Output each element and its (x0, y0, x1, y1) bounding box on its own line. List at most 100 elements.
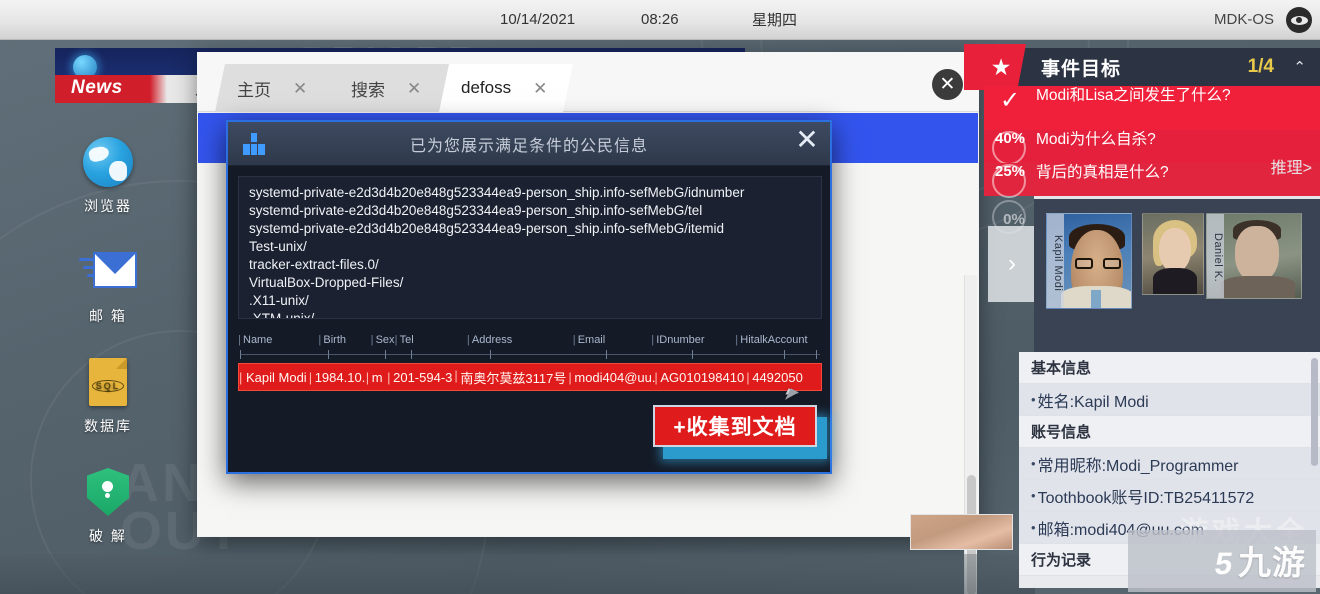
goal-text: 背后的真相是什么? (1036, 164, 1169, 181)
col-hitalk: HitalkAccount (735, 334, 822, 346)
desktop-icon-label: 数据库 (84, 418, 132, 434)
bullet-icon: • (1031, 488, 1036, 503)
sql-file-icon: SQL (53, 354, 163, 410)
info-item: • 邮箱:modi404@uu.com (1019, 512, 1320, 544)
portrait-lisa[interactable] (1142, 213, 1204, 295)
tab-close-icon[interactable]: ✕ (293, 80, 307, 97)
table-header-rule (238, 349, 822, 359)
portrait-name: Daniel K. (1207, 214, 1224, 298)
news-label: News (71, 77, 123, 98)
info-item-text: 常用昵称:Modi_Programmer (1037, 457, 1239, 475)
panel-header: ★ 事件目标 1/4 ⌃ (964, 44, 1320, 90)
terminal-output: systemd-private-e2d3d4b20e848g523344ea9-… (238, 176, 822, 319)
cell-tel: 201-594-3 (387, 370, 456, 385)
portrait-name: Kapil Modi (1047, 214, 1064, 308)
bullet-icon: • (1031, 392, 1036, 407)
info-item: • 姓名:Kapil Modi (1019, 384, 1320, 416)
collect-button-label[interactable]: +收集到文档 (653, 405, 817, 447)
chevron-up-icon[interactable]: ⌃ (1293, 58, 1306, 76)
browser-close-button[interactable]: ✕ (932, 69, 963, 100)
goal-text: Modi为什么自杀? (1036, 131, 1156, 148)
collect-to-document-button[interactable]: +收集到文档 (653, 405, 827, 459)
desktop-icon-browser[interactable]: 浏览器 (53, 134, 163, 216)
system-weekday: 星期四 (752, 12, 798, 29)
shield-lock-icon (53, 464, 163, 520)
system-top-bar: 10/14/2021 08:26 星期四 MDK-OS (0, 0, 1320, 40)
info-item-text: 姓名:Kapil Modi (1037, 393, 1149, 411)
tab-close-icon[interactable]: ✕ (533, 80, 547, 97)
goal-item-completed[interactable]: ✓ Modi和Lisa之间发生了什么? (984, 86, 1320, 130)
browser-tab-defoss[interactable]: defoss ✕ (439, 64, 573, 112)
info-item: • Toothbook账号ID:TB25411572 (1019, 480, 1320, 512)
col-name: Name (238, 334, 318, 346)
info-item-text: Toothbook账号ID:TB25411572 (1037, 489, 1255, 507)
dialog-header: 已为您展示满足条件的公民信息 ✕ (228, 122, 830, 166)
mail-icon (53, 244, 163, 300)
desktop-icon-label: 邮 箱 (89, 308, 127, 324)
col-birth: Birth (318, 334, 370, 346)
panel-title: 事件目标 (1041, 58, 1122, 80)
goal-badge: 25% (984, 163, 1036, 198)
cell-email: modi404@uu. (568, 370, 656, 385)
cell-sex: m (366, 370, 389, 385)
portrait-daniel[interactable]: Daniel K. (1206, 213, 1302, 299)
portrait-kapil-modi[interactable]: Kapil Modi (1046, 213, 1132, 309)
cell-idnumber: AG010198410 (654, 370, 748, 385)
cell-name: Kapil Modi (239, 370, 311, 385)
col-idnumber: IDnumber (651, 334, 735, 346)
info-section-header: 账号信息 (1019, 416, 1320, 448)
goal-progress-count: 1/4 (1247, 56, 1274, 77)
event-goals-panel: ★ 事件目标 1/4 ⌃ ✓ Modi和Lisa之间发生了什么? 40% Mod… (964, 44, 1320, 594)
col-sex: Sex (371, 334, 395, 346)
star-icon: ★ (964, 44, 1026, 90)
system-time: 08:26 (641, 11, 679, 28)
bullet-icon: • (1031, 520, 1036, 535)
goal-item[interactable]: 40% Modi为什么自杀? (984, 130, 1320, 165)
globe-icon (53, 134, 163, 190)
desktop-bottom-strip (0, 554, 1035, 594)
info-scrollbar-thumb[interactable] (1311, 358, 1318, 466)
system-date: 10/14/2021 (500, 11, 576, 28)
cell-birth: 1984.10. (309, 370, 368, 385)
tab-label: defoss (461, 78, 512, 97)
citizen-results-table: Name Birth Sex Tel Address Email IDnumbe… (238, 331, 822, 391)
cell-hitalk: 4492050 (746, 370, 821, 385)
table-header-row: Name Birth Sex Tel Address Email IDnumbe… (238, 331, 822, 348)
bullet-icon: • (1031, 456, 1036, 471)
info-section-header: 行为记录 (1019, 544, 1320, 576)
tab-label: 搜索 (351, 80, 385, 100)
chevron-right-icon[interactable]: › (988, 226, 1036, 302)
eye-logo-icon[interactable] (1286, 7, 1312, 33)
desktop-icon-label: 破 解 (89, 528, 127, 544)
goal-item[interactable]: 25% 背后的真相是什么? (984, 163, 1320, 198)
goal-badge: 40% (984, 130, 1036, 165)
blue-blocks-logo-icon (242, 133, 266, 155)
col-tel: Tel (395, 334, 467, 346)
info-item-text: 邮箱:modi404@uu.com (1037, 521, 1205, 539)
col-email: Email (573, 334, 652, 346)
character-portrait-strip: Kapil Modi Daniel K. (1034, 196, 1320, 352)
browser-tab-strip: 主页 ✕ 搜索 ✕ defoss ✕ (197, 52, 979, 112)
citizen-info-dialog: 已为您展示满足条件的公民信息 ✕ systemd-private-e2d3d4b… (226, 120, 832, 474)
tab-close-icon[interactable]: ✕ (407, 80, 421, 97)
desktop-icon-mail[interactable]: 邮 箱 (53, 244, 163, 326)
col-address: Address (467, 334, 573, 346)
desktop-icon-database[interactable]: SQL 数据库 (53, 354, 163, 436)
cell-address: 南奥尔莫兹3117号 (454, 368, 570, 387)
info-section-header: 基本信息 (1019, 352, 1320, 384)
goal-badge: ✓ (984, 86, 1036, 115)
info-item: • 常用昵称:Modi_Programmer (1019, 448, 1320, 480)
deduce-button[interactable]: 推理> (1271, 154, 1312, 178)
desktop-icon-label: 浏览器 (84, 198, 132, 214)
desktop-icon-crack[interactable]: 破 解 (53, 464, 163, 546)
table-row[interactable]: Kapil Modi 1984.10. m 201-594-3 南奥尔莫兹311… (238, 363, 822, 391)
dialog-title: 已为您展示满足条件的公民信息 (409, 137, 648, 155)
citizen-info-list: 基本信息 • 姓名:Kapil Modi 账号信息 • 常用昵称:Modi_Prog… (1019, 352, 1320, 588)
dialog-close-button[interactable]: ✕ (792, 126, 822, 154)
goal-check-icon: ✓ (999, 87, 1021, 114)
goal-list: ✓ Modi和Lisa之间发生了什么? 40% Modi为什么自杀? 25% 背… (984, 86, 1320, 198)
goal-text: Modi和Lisa之间发生了什么? (1036, 87, 1231, 104)
tab-label: 主页 (237, 80, 271, 100)
system-os-label: MDK-OS (1214, 11, 1274, 28)
info-scrollbar[interactable] (1311, 354, 1318, 586)
